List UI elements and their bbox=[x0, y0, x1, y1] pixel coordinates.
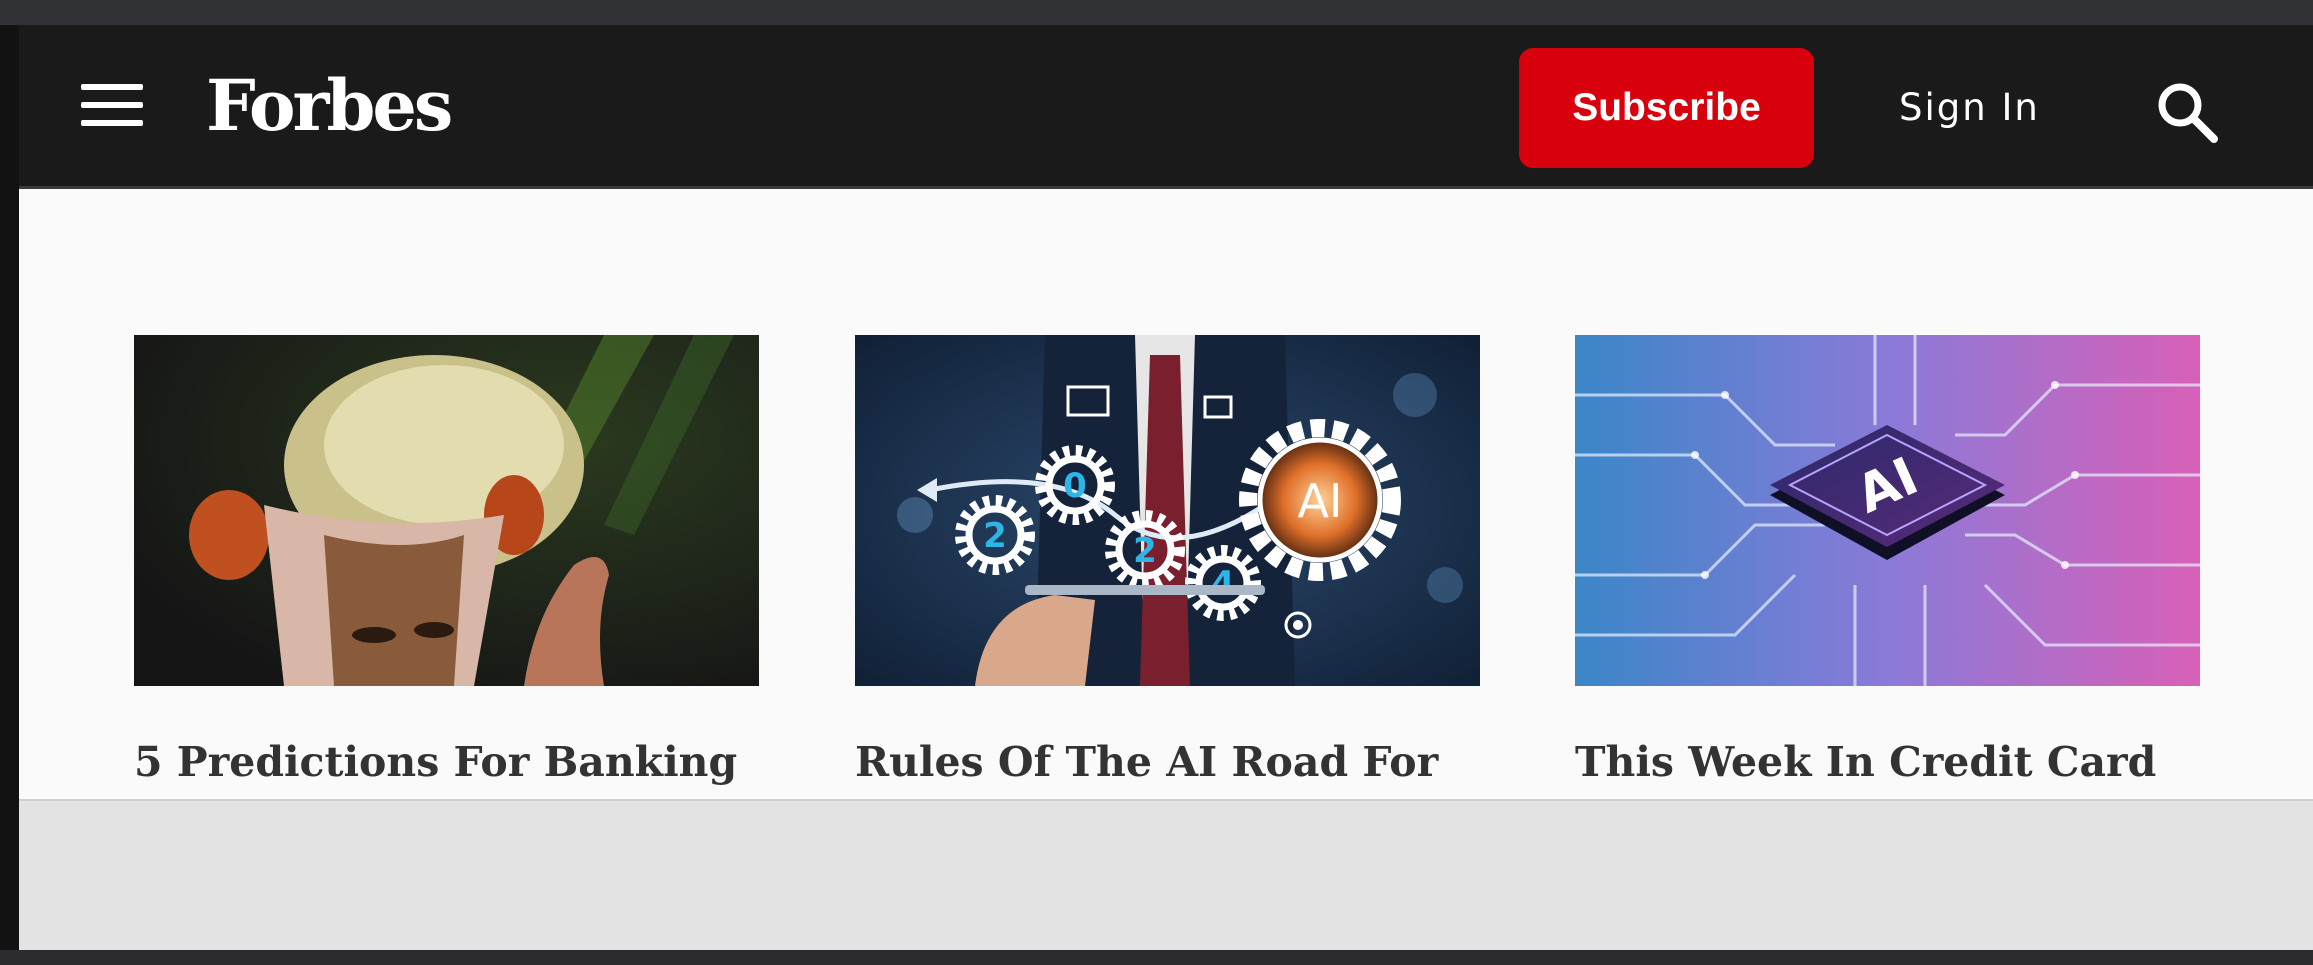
hamburger-menu-icon[interactable] bbox=[81, 80, 143, 130]
gear-digit: 2 bbox=[983, 516, 1007, 556]
article-thumbnail-painting[interactable] bbox=[134, 335, 759, 686]
gear-digit: 2 bbox=[1133, 531, 1157, 571]
article-card[interactable]: 5 Predictions For Banking bbox=[134, 335, 759, 786]
article-title[interactable]: 5 Predictions For Banking bbox=[134, 738, 759, 786]
article-thumbnail-ai-chip[interactable]: AI bbox=[1575, 335, 2200, 686]
menu-bar bbox=[81, 102, 143, 108]
article-title[interactable]: This Week In Credit Card bbox=[1575, 738, 2200, 786]
page-left-edge bbox=[0, 25, 19, 950]
browser-top-strip bbox=[0, 0, 2313, 25]
subscribe-button[interactable]: Subscribe bbox=[1519, 48, 1814, 168]
site-header: Forbes Subscribe Sign In bbox=[19, 25, 2313, 189]
article-thumbnail-ai-gears[interactable]: 0 2 2 4 AI bbox=[855, 335, 1480, 686]
gear-digit: 4 bbox=[1211, 564, 1235, 604]
search-icon[interactable] bbox=[2152, 77, 2222, 147]
menu-bar bbox=[81, 84, 143, 90]
gear-digit: 0 bbox=[1063, 466, 1087, 506]
menu-bar bbox=[81, 120, 143, 126]
article-carousel: 5 Predictions For Banking 0 2 2 4 AI Rul… bbox=[19, 189, 2313, 801]
article-title[interactable]: Rules Of The AI Road For bbox=[855, 738, 1480, 786]
article-card[interactable]: AI This Week In Credit Card bbox=[1575, 335, 2200, 786]
sign-in-link[interactable]: Sign In bbox=[1899, 75, 2040, 141]
ad-placeholder-bar bbox=[19, 801, 2313, 950]
browser-bottom-strip bbox=[0, 950, 2313, 965]
ai-badge-text: AI bbox=[1297, 474, 1342, 528]
forbes-logo[interactable]: Forbes bbox=[206, 61, 453, 151]
article-card[interactable]: 0 2 2 4 AI Rules Of The AI Road For bbox=[855, 335, 1480, 786]
